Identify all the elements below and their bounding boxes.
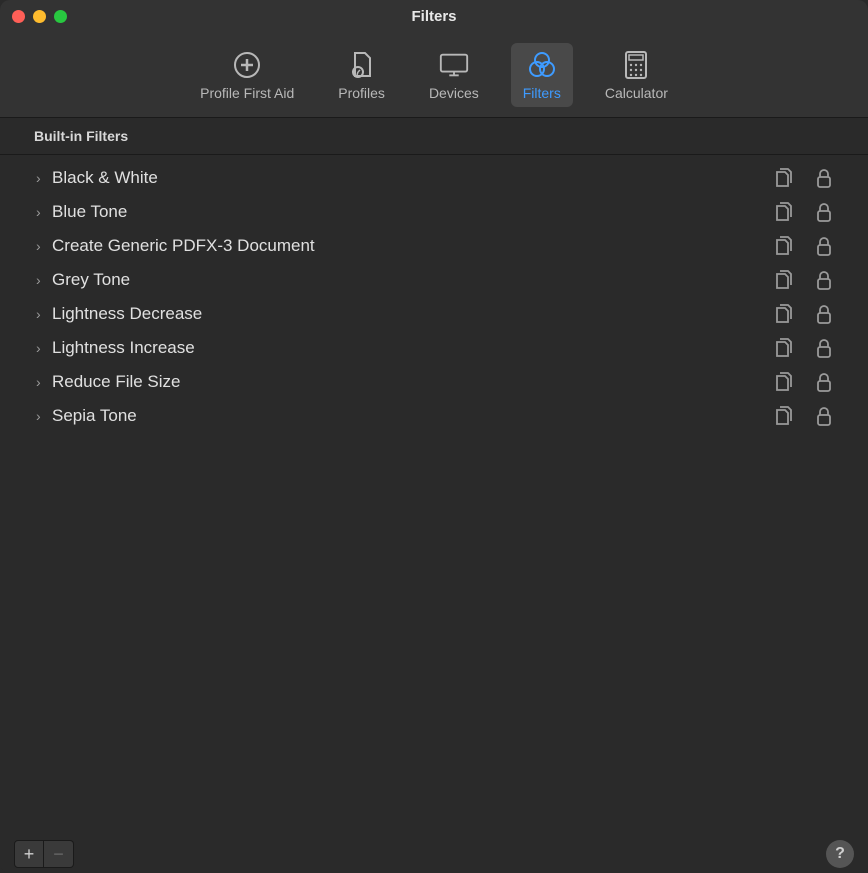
toolbar-item-calculator[interactable]: Calculator <box>593 43 680 107</box>
toolbar-item-label: Profile First Aid <box>200 85 294 101</box>
chevron-right-icon[interactable]: › <box>36 306 41 322</box>
profile-doc-icon <box>346 49 378 81</box>
duplicate-icon[interactable] <box>774 235 794 257</box>
filter-name: Lightness Decrease <box>52 304 774 324</box>
lock-icon <box>814 235 834 257</box>
traffic-lights <box>0 10 67 23</box>
duplicate-icon[interactable] <box>774 269 794 291</box>
toolbar-item-label: Filters <box>523 85 561 101</box>
filter-name: Create Generic PDFX-3 Document <box>52 236 774 256</box>
toolbar-item-label: Profiles <box>338 85 385 101</box>
app-window: Filters Profile First Aid Profiles Devic… <box>0 0 868 873</box>
lock-icon <box>814 167 834 189</box>
close-button[interactable] <box>12 10 25 23</box>
lock-icon <box>814 371 834 393</box>
chevron-right-icon[interactable]: › <box>36 374 41 390</box>
duplicate-icon[interactable] <box>774 167 794 189</box>
filter-name: Sepia Tone <box>52 406 774 426</box>
lock-icon <box>814 405 834 427</box>
calculator-icon <box>620 49 652 81</box>
chevron-right-icon[interactable]: › <box>36 170 41 186</box>
row-actions <box>774 303 848 325</box>
lock-icon <box>814 337 834 359</box>
filter-row[interactable]: › Lightness Decrease <box>0 297 868 331</box>
footer: + − ? <box>0 835 868 873</box>
window-title: Filters <box>0 8 868 25</box>
filter-name: Lightness Increase <box>52 338 774 358</box>
row-actions <box>774 269 848 291</box>
title-row: Filters <box>0 0 868 32</box>
row-actions <box>774 235 848 257</box>
filter-name: Reduce File Size <box>52 372 774 392</box>
filter-row[interactable]: › Reduce File Size <box>0 365 868 399</box>
filter-row[interactable]: › Sepia Tone <box>0 399 868 433</box>
filter-list: › Black & White › Blue Tone › Create Gen… <box>0 155 868 835</box>
row-actions <box>774 167 848 189</box>
filter-name: Black & White <box>52 168 774 188</box>
chevron-right-icon[interactable]: › <box>36 272 41 288</box>
filter-row[interactable]: › Lightness Increase <box>0 331 868 365</box>
duplicate-icon[interactable] <box>774 303 794 325</box>
filter-row[interactable]: › Black & White <box>0 161 868 195</box>
chevron-right-icon[interactable]: › <box>36 238 41 254</box>
filter-row[interactable]: › Blue Tone <box>0 195 868 229</box>
section-header: Built-in Filters <box>0 118 868 155</box>
lock-icon <box>814 201 834 223</box>
filter-row[interactable]: › Create Generic PDFX-3 Document <box>0 229 868 263</box>
chevron-right-icon[interactable]: › <box>36 204 41 220</box>
row-actions <box>774 405 848 427</box>
monitor-icon <box>438 49 470 81</box>
toolbar-item-filters[interactable]: Filters <box>511 43 573 107</box>
duplicate-icon[interactable] <box>774 405 794 427</box>
toolbar: Profile First Aid Profiles Devices Filte… <box>0 32 868 117</box>
add-filter-button[interactable]: + <box>14 840 44 868</box>
filter-name: Grey Tone <box>52 270 774 290</box>
titlebar: Filters Profile First Aid Profiles Devic… <box>0 0 868 118</box>
lock-icon <box>814 269 834 291</box>
minimize-button[interactable] <box>33 10 46 23</box>
help-button[interactable]: ? <box>826 840 854 868</box>
chevron-right-icon[interactable]: › <box>36 340 41 356</box>
row-actions <box>774 371 848 393</box>
toolbar-item-profiles[interactable]: Profiles <box>326 43 397 107</box>
filter-row[interactable]: › Grey Tone <box>0 263 868 297</box>
duplicate-icon[interactable] <box>774 371 794 393</box>
remove-filter-button[interactable]: − <box>44 840 74 868</box>
row-actions <box>774 201 848 223</box>
filter-name: Blue Tone <box>52 202 774 222</box>
chevron-right-icon[interactable]: › <box>36 408 41 424</box>
duplicate-icon[interactable] <box>774 337 794 359</box>
toolbar-item-profile-first-aid[interactable]: Profile First Aid <box>188 43 306 107</box>
duplicate-icon[interactable] <box>774 201 794 223</box>
footer-left: + − <box>14 840 74 868</box>
lock-icon <box>814 303 834 325</box>
toolbar-item-label: Devices <box>429 85 479 101</box>
plus-circle-icon <box>231 49 263 81</box>
maximize-button[interactable] <box>54 10 67 23</box>
toolbar-item-devices[interactable]: Devices <box>417 43 491 107</box>
toolbar-item-label: Calculator <box>605 85 668 101</box>
row-actions <box>774 337 848 359</box>
rings-icon <box>526 49 558 81</box>
